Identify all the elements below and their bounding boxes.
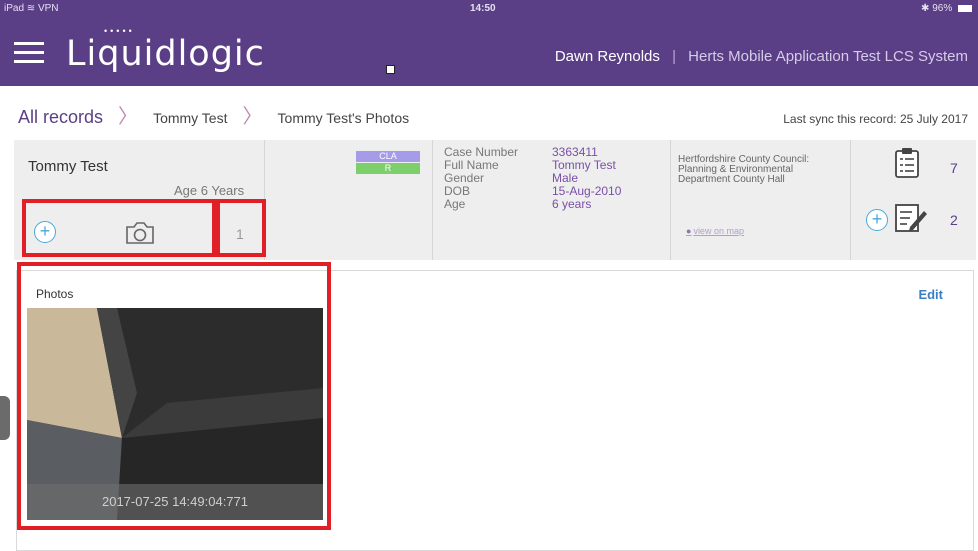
notes-count: 2 <box>950 212 958 228</box>
breadcrumb-person[interactable]: Tommy Test <box>153 110 227 126</box>
label-age: Age <box>444 197 466 211</box>
highlight-box-photos <box>17 262 331 530</box>
tag-r: R <box>356 163 420 174</box>
status-time: 14:50 <box>470 3 496 14</box>
add-note-button[interactable]: + <box>866 209 888 231</box>
breadcrumb-all-records[interactable]: All records <box>18 107 103 127</box>
user-name[interactable]: Dawn Reynolds <box>555 48 660 65</box>
panel-divider <box>850 140 851 260</box>
battery-icon <box>958 4 972 12</box>
tag-cla: CLA <box>356 151 420 162</box>
user-info: Dawn Reynolds | Herts Mobile Application… <box>555 48 968 65</box>
header-separator: | <box>672 48 676 65</box>
case-field-values: 3363411 Tommy Test Male 15-Aug-2010 6 ye… <box>552 146 621 211</box>
forms-count: 7 <box>950 160 958 176</box>
battery-percent: 96% <box>932 3 953 14</box>
breadcrumb: All records 〉 Tommy Test 〉 Tommy Test's … <box>18 100 409 129</box>
wifi-icon: ≋ <box>26 3 38 14</box>
app-header: iPad ≋ VPN 14:50 ✱ 96% ••••• Liquidlogic… <box>0 0 978 86</box>
breadcrumb-current-page: Tommy Test's Photos <box>277 110 410 126</box>
person-name: Tommy Test <box>28 158 108 175</box>
status-bar: iPad ≋ VPN 14:50 ✱ 96% <box>0 0 978 18</box>
chevron-right-icon: 〉 <box>242 106 263 128</box>
clipboard-checklist-icon[interactable] <box>894 146 920 178</box>
highlight-box-photo-count <box>216 199 266 257</box>
person-age: Age 6 Years <box>174 183 245 198</box>
panel-divider <box>432 140 433 260</box>
last-sync-text: Last sync this record: 25 July 2017 <box>783 112 968 126</box>
address-text: Hertfordshire County Council: Planning &… <box>678 154 810 185</box>
case-field-labels: Case Number Full Name Gender DOB Age <box>444 146 518 211</box>
system-name: Herts Mobile Application Test LCS System <box>688 48 968 65</box>
value-age: 6 years <box>552 197 592 211</box>
view-on-map-label: view on map <box>693 226 744 236</box>
bluetooth-icon: ✱ <box>921 3 933 14</box>
vpn-badge: VPN <box>37 3 59 14</box>
panel-divider <box>670 140 671 260</box>
side-drawer-handle[interactable] <box>0 396 10 440</box>
chevron-right-icon: 〉 <box>118 106 139 128</box>
map-pin-icon: ● <box>686 226 692 236</box>
liquidlogic-logo: Liquidlogic <box>66 34 265 74</box>
hamburger-menu-icon[interactable] <box>14 42 44 66</box>
cursor-marker <box>386 65 395 74</box>
edit-button[interactable]: Edit <box>918 287 943 302</box>
view-on-map-link[interactable]: ● view on map <box>686 226 744 236</box>
edit-note-icon[interactable] <box>894 202 928 234</box>
highlight-box-photo-actions <box>22 199 216 257</box>
device-label: iPad <box>4 3 25 14</box>
